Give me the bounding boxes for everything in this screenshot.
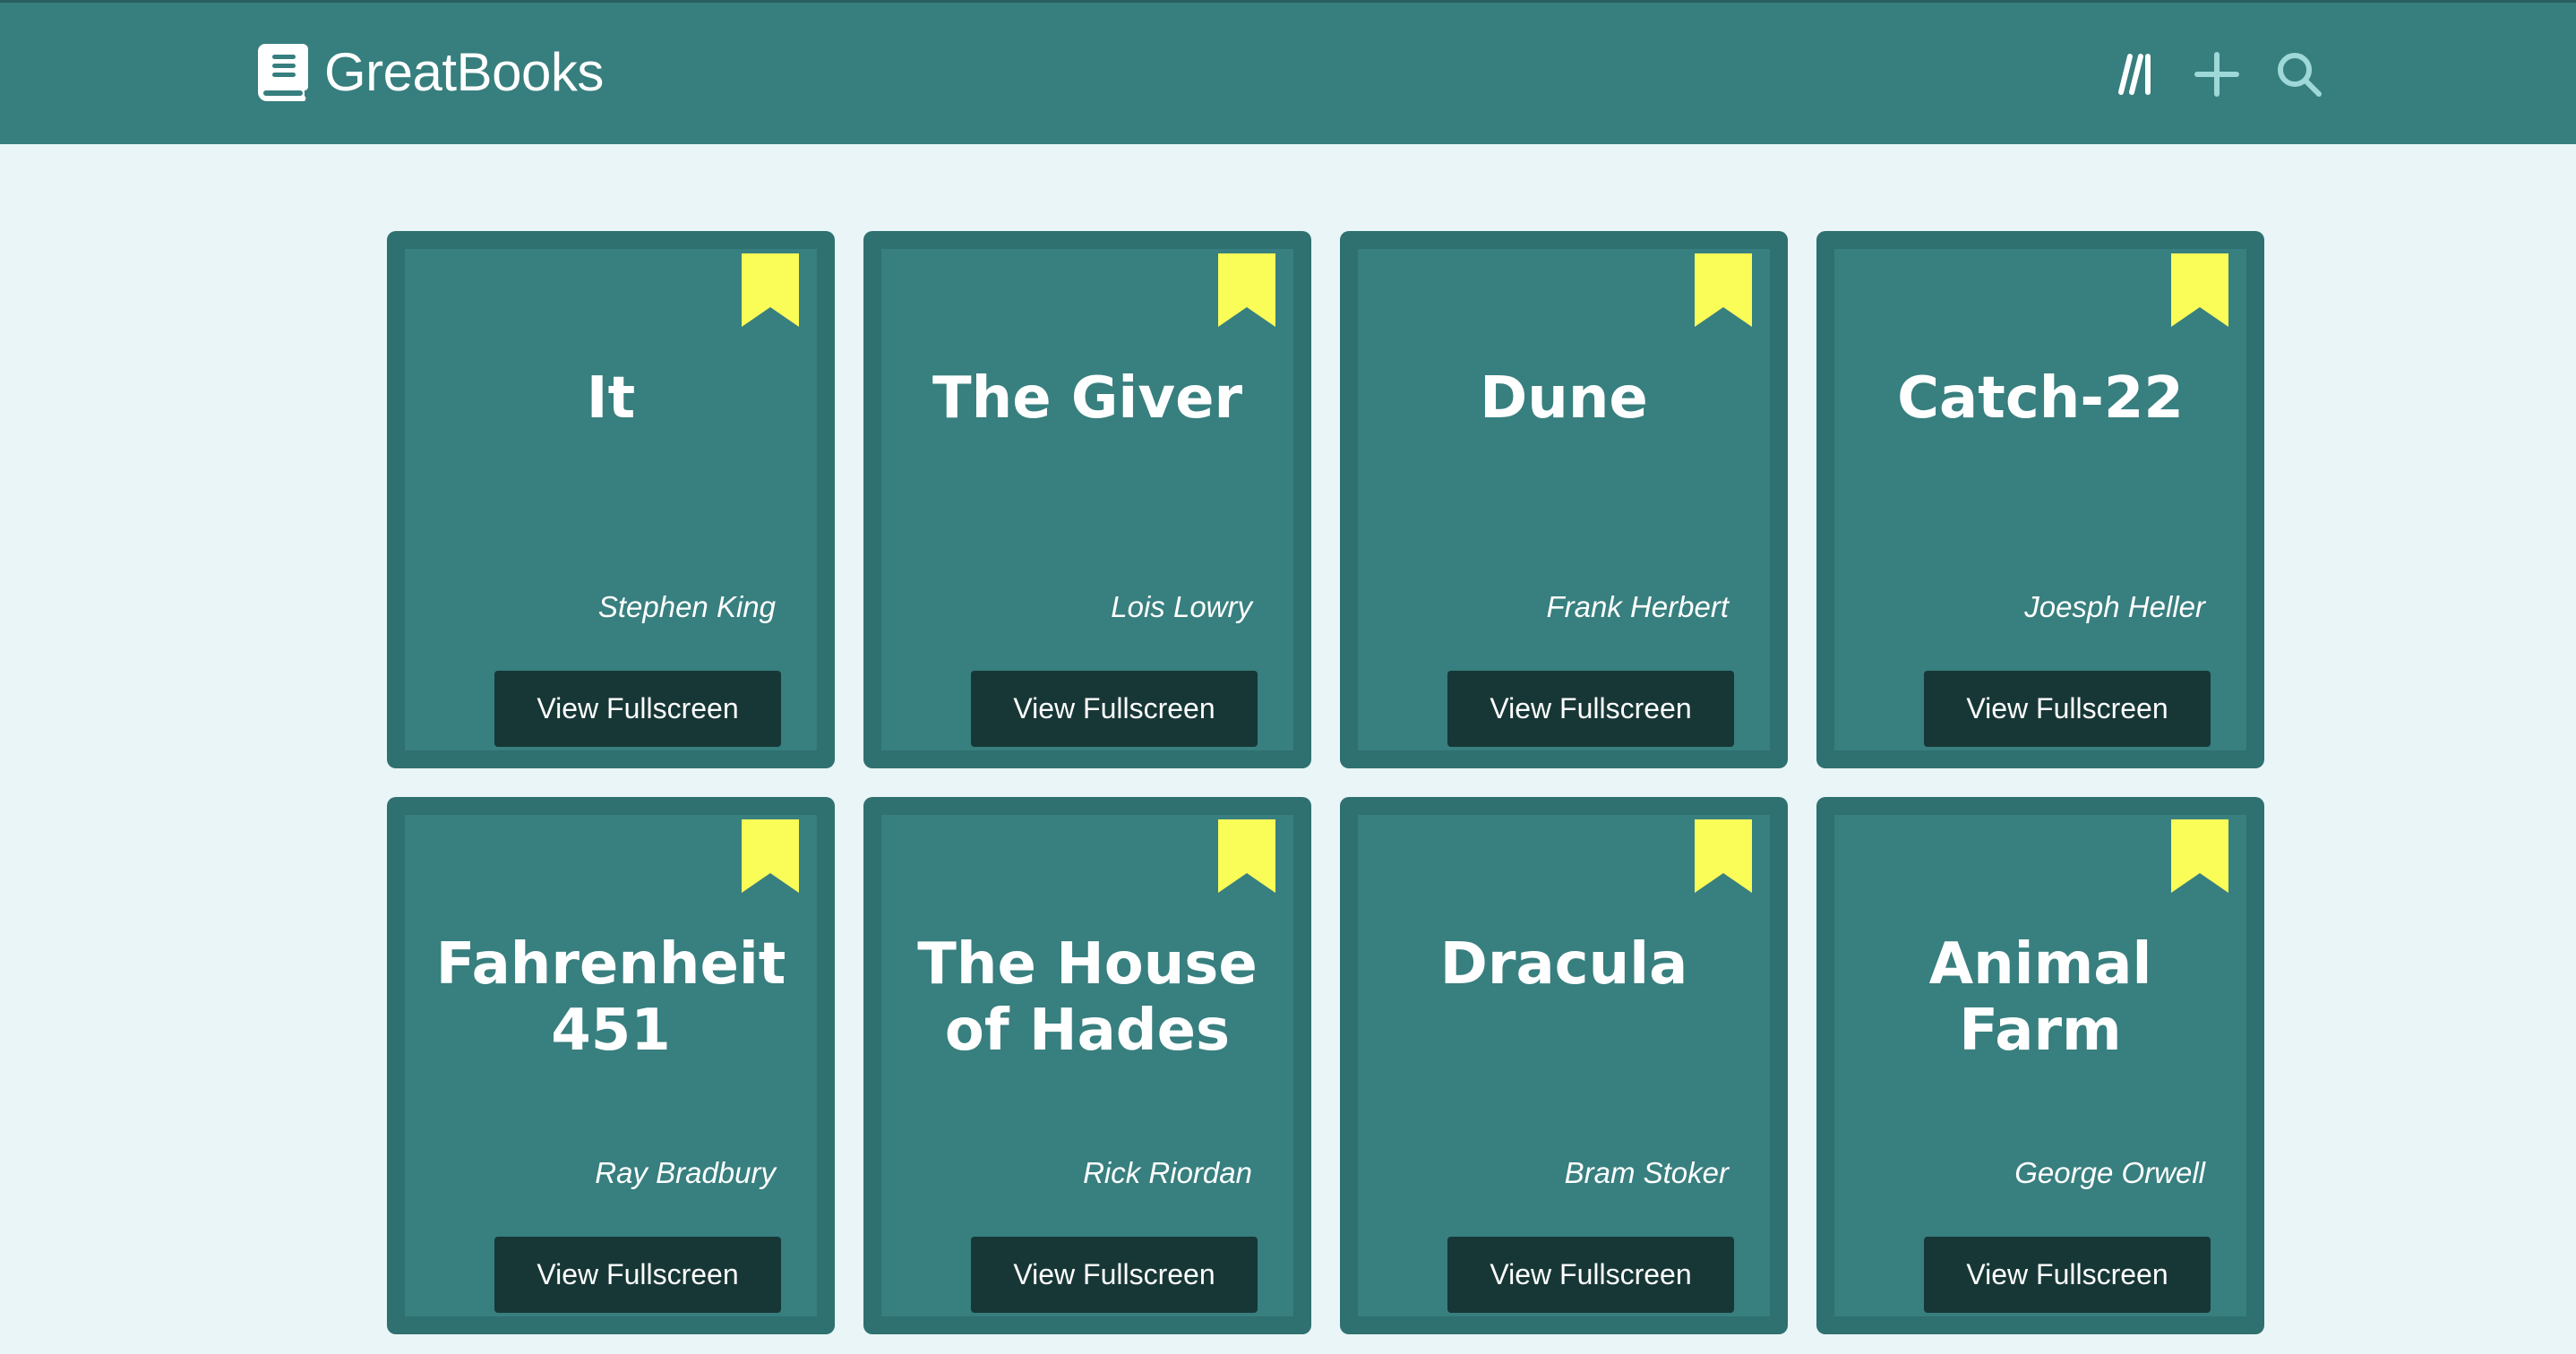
book-author: Rick Riordan bbox=[1083, 1156, 1252, 1189]
book-card: The House of Hades Rick Riordan View Ful… bbox=[863, 797, 1311, 1334]
book-title: Dracula bbox=[1439, 931, 1688, 998]
book-card-face: The House of Hades Rick Riordan View Ful… bbox=[881, 815, 1293, 1316]
book-title: Dune bbox=[1480, 365, 1648, 432]
book-title: The House of Hades bbox=[917, 931, 1258, 1064]
book-card: Dracula Bram Stoker View Fullscreen bbox=[1340, 797, 1788, 1334]
book-card-face: Fahrenheit 451 Ray Bradbury View Fullscr… bbox=[405, 815, 817, 1316]
book-title: Catch-22 bbox=[1897, 365, 2184, 432]
view-fullscreen-button[interactable]: View Fullscreen bbox=[494, 671, 781, 747]
view-fullscreen-button[interactable]: View Fullscreen bbox=[1447, 1237, 1734, 1313]
book-card-face: Dracula Bram Stoker View Fullscreen bbox=[1358, 815, 1770, 1316]
library-icon[interactable] bbox=[2114, 49, 2164, 99]
brand-name: GreatBooks bbox=[324, 42, 604, 102]
book-card-face: The Giver Lois Lowry View Fullscreen bbox=[881, 249, 1293, 750]
book-grid: It Stephen King View Fullscreen The Give… bbox=[387, 231, 2264, 1334]
view-fullscreen-button[interactable]: View Fullscreen bbox=[494, 1237, 781, 1313]
book-title: Fahrenheit 451 bbox=[435, 931, 786, 1064]
bookmark-icon[interactable] bbox=[742, 253, 799, 327]
view-fullscreen-button[interactable]: View Fullscreen bbox=[1924, 1237, 2211, 1313]
book-author: George Orwell bbox=[2014, 1156, 2205, 1189]
search-icon[interactable] bbox=[2274, 49, 2324, 99]
book-card: The Giver Lois Lowry View Fullscreen bbox=[863, 231, 1311, 768]
book-title: The Giver bbox=[932, 365, 1243, 432]
book-card-face: Dune Frank Herbert View Fullscreen bbox=[1358, 249, 1770, 750]
book-card-face: Animal Farm George Orwell View Fullscree… bbox=[1834, 815, 2246, 1316]
book-icon bbox=[258, 44, 308, 101]
book-card: Fahrenheit 451 Ray Bradbury View Fullscr… bbox=[387, 797, 835, 1334]
book-author: Lois Lowry bbox=[1111, 590, 1252, 623]
bookmark-icon[interactable] bbox=[1695, 253, 1752, 327]
view-fullscreen-button[interactable]: View Fullscreen bbox=[1447, 671, 1734, 747]
book-card: Animal Farm George Orwell View Fullscree… bbox=[1816, 797, 2264, 1334]
book-card-face: Catch-22 Joesph Heller View Fullscreen bbox=[1834, 249, 2246, 750]
bookmark-icon[interactable] bbox=[1695, 819, 1752, 893]
book-card: It Stephen King View Fullscreen bbox=[387, 231, 835, 768]
book-title: It bbox=[586, 365, 636, 432]
book-card-face: It Stephen King View Fullscreen bbox=[405, 249, 817, 750]
book-title: Animal Farm bbox=[1928, 931, 2152, 1064]
bookmark-icon[interactable] bbox=[2171, 819, 2228, 893]
bookmark-icon[interactable] bbox=[1218, 819, 1275, 893]
book-author: Stephen King bbox=[597, 590, 776, 623]
view-fullscreen-button[interactable]: View Fullscreen bbox=[1924, 671, 2211, 747]
bookmark-icon[interactable] bbox=[1218, 253, 1275, 327]
book-author: Ray Bradbury bbox=[595, 1156, 776, 1189]
view-fullscreen-button[interactable]: View Fullscreen bbox=[971, 1237, 1258, 1313]
book-author: Joesph Heller bbox=[2024, 590, 2205, 623]
book-card: Dune Frank Herbert View Fullscreen bbox=[1340, 231, 1788, 768]
bookmark-icon[interactable] bbox=[742, 819, 799, 893]
book-author: Bram Stoker bbox=[1564, 1156, 1729, 1189]
book-card: Catch-22 Joesph Heller View Fullscreen bbox=[1816, 231, 2264, 768]
brand-logo-link[interactable]: GreatBooks bbox=[258, 40, 604, 105]
view-fullscreen-button[interactable]: View Fullscreen bbox=[971, 671, 1258, 747]
book-author: Frank Herbert bbox=[1546, 590, 1729, 623]
navbar: GreatBooks bbox=[0, 0, 2576, 144]
plus-icon[interactable] bbox=[2192, 49, 2242, 99]
bookmark-icon[interactable] bbox=[2171, 253, 2228, 327]
